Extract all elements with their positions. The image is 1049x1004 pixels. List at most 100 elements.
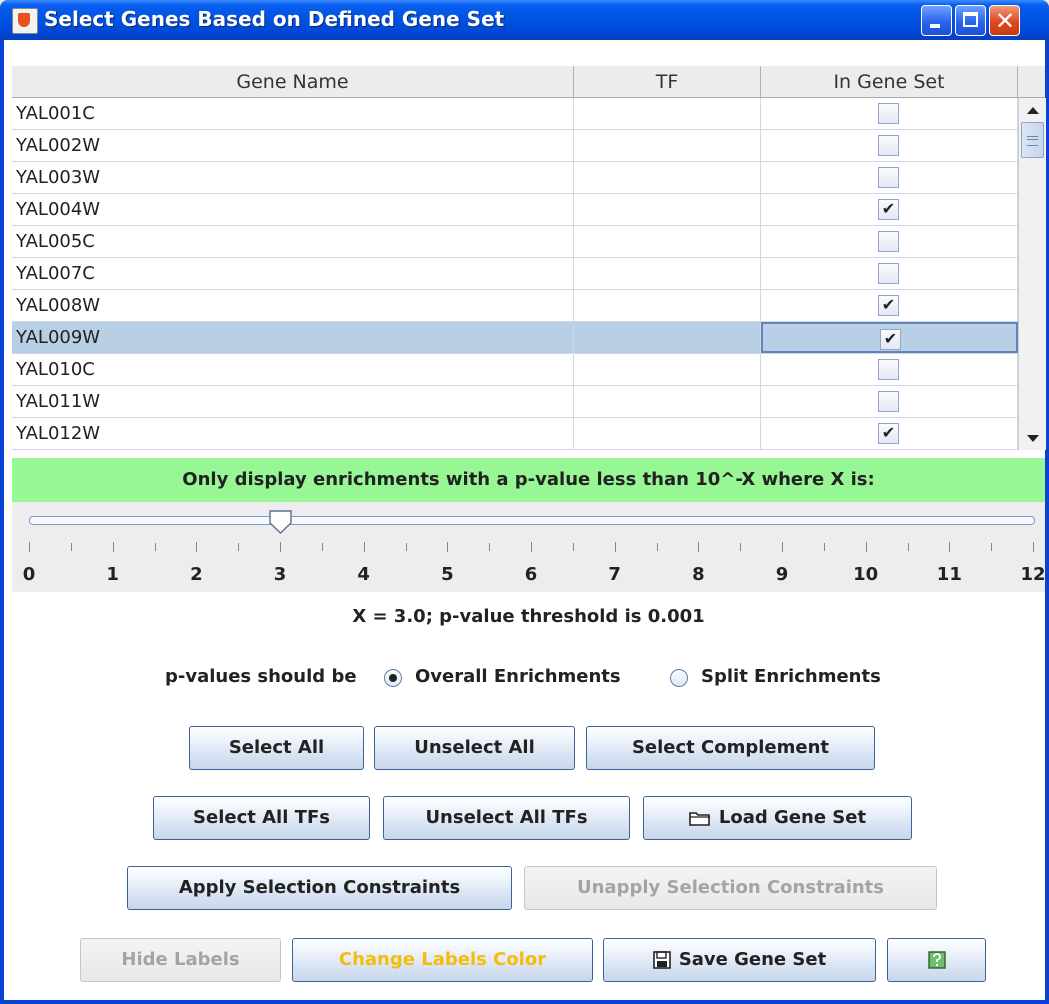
table-row[interactable]: YAL001C bbox=[12, 98, 1018, 130]
column-header-gene-name[interactable]: Gene Name bbox=[12, 66, 574, 97]
table-row[interactable]: YAL005C bbox=[12, 226, 1018, 258]
in-gene-set-cell[interactable] bbox=[761, 226, 1018, 257]
in-gene-set-checkbox[interactable] bbox=[878, 103, 899, 124]
slider-tick bbox=[949, 542, 951, 552]
in-gene-set-checkbox[interactable]: ✔ bbox=[878, 423, 899, 444]
help-button[interactable] bbox=[887, 938, 986, 982]
in-gene-set-checkbox[interactable] bbox=[878, 167, 899, 188]
floppy-icon bbox=[653, 951, 671, 969]
in-gene-set-checkbox[interactable] bbox=[878, 359, 899, 380]
table-row[interactable]: YAL007C bbox=[12, 258, 1018, 290]
in-gene-set-cell[interactable] bbox=[761, 98, 1018, 129]
slider-knob[interactable] bbox=[269, 510, 292, 534]
table-row[interactable]: YAL008W ✔ bbox=[12, 290, 1018, 322]
gene-name-cell[interactable]: YAL004W bbox=[12, 194, 574, 225]
in-gene-set-cell[interactable] bbox=[761, 162, 1018, 193]
tf-cell[interactable] bbox=[574, 130, 761, 161]
in-gene-set-cell[interactable] bbox=[761, 130, 1018, 161]
threshold-slider[interactable]: 0 1 2 3 4 5 6 7 8 9 10 11 12 bbox=[12, 502, 1046, 592]
tf-cell[interactable] bbox=[574, 290, 761, 321]
slider-tick bbox=[447, 542, 449, 552]
table-row[interactable]: YAL011W bbox=[12, 386, 1018, 418]
radio-split-enrichments-label[interactable]: Split Enrichments bbox=[701, 666, 881, 692]
gene-name-cell[interactable]: YAL011W bbox=[12, 386, 574, 417]
slider-tick bbox=[321, 543, 323, 551]
select-all-tfs-button[interactable]: Select All TFs bbox=[153, 796, 370, 840]
gene-name-cell[interactable]: YAL010C bbox=[12, 354, 574, 385]
select-complement-button[interactable]: Select Complement bbox=[586, 726, 875, 770]
column-header-in-gene-set[interactable]: In Gene Set bbox=[761, 66, 1018, 97]
threshold-banner: Only display enrichments with a p-value … bbox=[12, 458, 1045, 502]
select-all-button[interactable]: Select All bbox=[189, 726, 364, 770]
in-gene-set-checkbox[interactable]: ✔ bbox=[880, 329, 901, 350]
scroll-down-icon[interactable] bbox=[1019, 426, 1046, 450]
tf-cell[interactable] bbox=[574, 322, 761, 353]
tf-cell[interactable] bbox=[574, 226, 761, 257]
in-gene-set-cell[interactable] bbox=[761, 258, 1018, 289]
tf-cell[interactable] bbox=[574, 162, 761, 193]
in-gene-set-cell[interactable]: ✔ bbox=[761, 290, 1018, 321]
column-header-tf[interactable]: TF bbox=[574, 66, 761, 97]
slider-tick bbox=[865, 542, 867, 552]
in-gene-set-checkbox[interactable] bbox=[878, 135, 899, 156]
load-gene-set-button[interactable]: Load Gene Set bbox=[643, 796, 912, 840]
unapply-selection-constraints-button[interactable]: Unapply Selection Constraints bbox=[524, 866, 937, 910]
in-gene-set-cell[interactable] bbox=[761, 386, 1018, 417]
table-row[interactable]: YAL010C bbox=[12, 354, 1018, 386]
slider-tick-label: 0 bbox=[22, 564, 36, 585]
tf-cell[interactable] bbox=[574, 258, 761, 289]
gene-name-cell[interactable]: YAL007C bbox=[12, 258, 574, 289]
save-gene-set-button[interactable]: Save Gene Set bbox=[603, 938, 876, 982]
minimize-button[interactable] bbox=[921, 5, 952, 36]
slider-track[interactable] bbox=[29, 516, 1035, 525]
radio-overall-enrichments[interactable] bbox=[384, 669, 402, 687]
in-gene-set-checkbox[interactable]: ✔ bbox=[878, 199, 899, 220]
hide-labels-button[interactable]: Hide Labels bbox=[80, 938, 281, 982]
in-gene-set-checkbox[interactable]: ✔ bbox=[878, 295, 899, 316]
in-gene-set-checkbox[interactable] bbox=[878, 391, 899, 412]
tf-cell[interactable] bbox=[574, 418, 761, 449]
in-gene-set-cell[interactable]: ✔ bbox=[761, 194, 1018, 225]
title-bar[interactable]: Select Genes Based on Defined Gene Set ✕ bbox=[0, 0, 1049, 40]
gene-name-cell[interactable]: YAL009W bbox=[12, 322, 574, 353]
gene-name-cell[interactable]: YAL003W bbox=[12, 162, 574, 193]
table-row[interactable]: YAL009W ✔ bbox=[12, 322, 1018, 354]
table-row[interactable]: YAL012W ✔ bbox=[12, 418, 1018, 450]
slider-tick bbox=[907, 543, 909, 551]
gene-name-cell[interactable]: YAL008W bbox=[12, 290, 574, 321]
slider-tick-label: 8 bbox=[692, 564, 705, 585]
help-icon bbox=[927, 951, 946, 969]
close-icon: ✕ bbox=[995, 7, 1016, 35]
slider-tick bbox=[698, 542, 700, 552]
in-gene-set-cell[interactable] bbox=[761, 354, 1018, 385]
in-gene-set-cell[interactable]: ✔ bbox=[761, 418, 1018, 449]
apply-selection-constraints-button[interactable]: Apply Selection Constraints bbox=[127, 866, 512, 910]
table-row[interactable]: YAL003W bbox=[12, 162, 1018, 194]
scroll-thumb[interactable] bbox=[1021, 122, 1044, 158]
gene-name-cell[interactable]: YAL001C bbox=[12, 98, 574, 129]
tf-cell[interactable] bbox=[574, 98, 761, 129]
vertical-scrollbar[interactable] bbox=[1018, 98, 1046, 450]
table-row[interactable]: YAL004W ✔ bbox=[12, 194, 1018, 226]
in-gene-set-checkbox[interactable] bbox=[878, 231, 899, 252]
gene-name-cell[interactable]: YAL002W bbox=[12, 130, 574, 161]
radio-split-enrichments[interactable] bbox=[670, 669, 688, 687]
tf-cell[interactable] bbox=[574, 386, 761, 417]
gene-name-cell[interactable]: YAL012W bbox=[12, 418, 574, 449]
radio-overall-enrichments-label[interactable]: Overall Enrichments bbox=[415, 666, 621, 692]
slider-tick-label: 4 bbox=[357, 564, 370, 585]
unselect-all-tfs-button[interactable]: Unselect All TFs bbox=[383, 796, 630, 840]
table-row[interactable]: YAL002W bbox=[12, 130, 1018, 162]
maximize-button[interactable] bbox=[955, 5, 986, 36]
in-gene-set-cell[interactable]: ✔ bbox=[761, 322, 1018, 353]
change-labels-color-button[interactable]: Change Labels Color bbox=[292, 938, 593, 982]
slider-tick-label: 2 bbox=[190, 564, 203, 585]
unselect-all-button[interactable]: Unselect All bbox=[374, 726, 575, 770]
tf-cell[interactable] bbox=[574, 194, 761, 225]
gene-name-cell[interactable]: YAL005C bbox=[12, 226, 574, 257]
in-gene-set-checkbox[interactable] bbox=[878, 263, 899, 284]
tf-cell[interactable] bbox=[574, 354, 761, 385]
close-button[interactable]: ✕ bbox=[989, 5, 1020, 36]
scroll-up-icon[interactable] bbox=[1019, 98, 1046, 122]
slider-tick bbox=[405, 543, 407, 551]
